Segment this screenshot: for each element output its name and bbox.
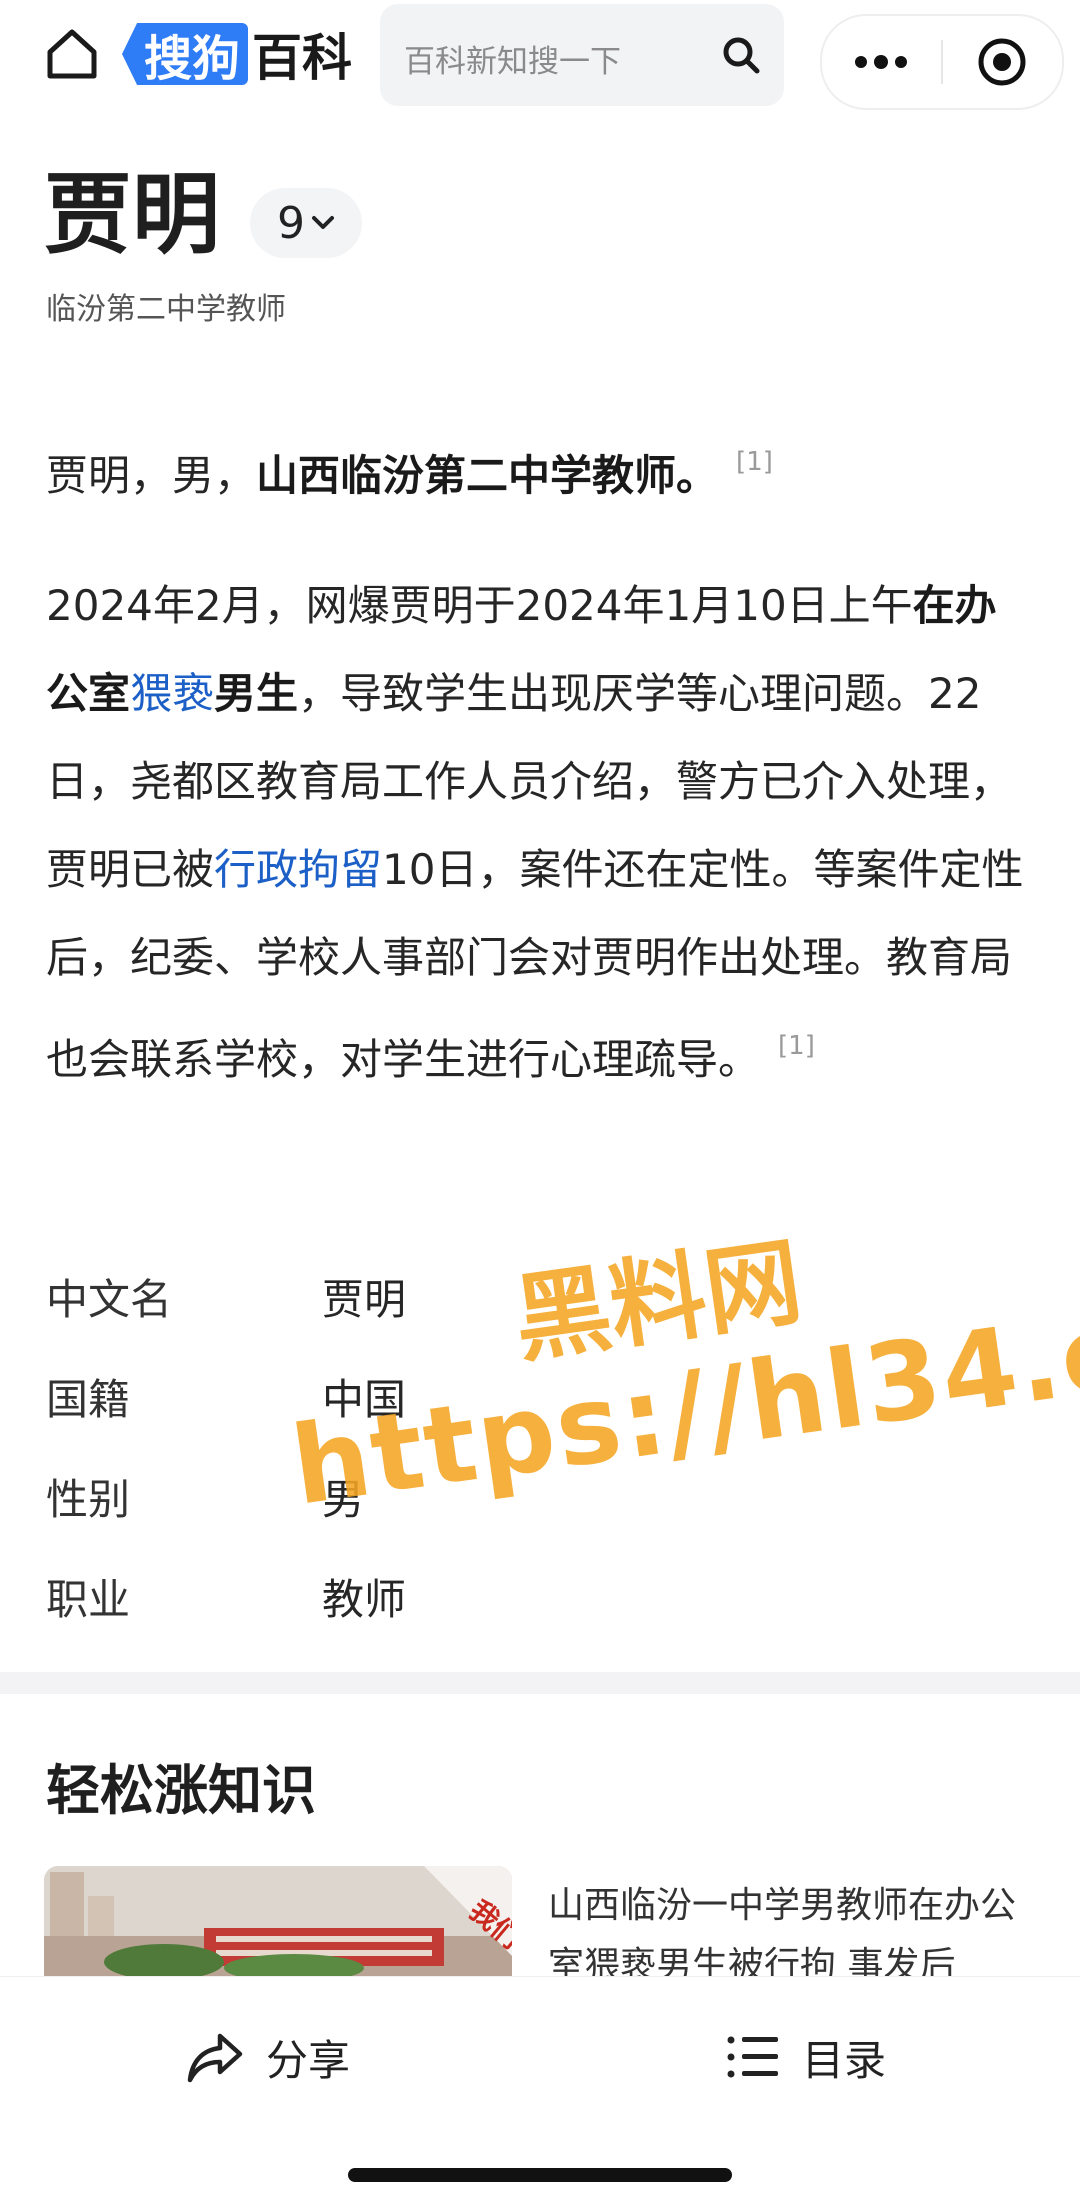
link-china[interactable]: 中国 bbox=[322, 1366, 406, 1427]
more-button[interactable] bbox=[822, 16, 940, 108]
toc-label: 目录 bbox=[802, 2035, 887, 2085]
infobox-row: 性别 男 bbox=[46, 1466, 946, 1526]
infobox-key: 职业 bbox=[46, 1575, 131, 1624]
infobox-key: 国籍 bbox=[46, 1375, 131, 1424]
search-input[interactable]: 百科新知搜一下 bbox=[380, 4, 784, 106]
target-icon bbox=[978, 38, 1026, 86]
close-miniapp-button[interactable] bbox=[943, 16, 1061, 108]
link-weixie[interactable]: 猥亵 bbox=[130, 669, 214, 718]
knowledge-card[interactable]: 我们 山西临汾一中学男教师在办公室猥亵男生被行拘 事发后 bbox=[44, 1866, 1044, 1976]
search-icon[interactable] bbox=[720, 34, 762, 76]
infobox-value: 教师 bbox=[322, 1575, 407, 1624]
sogou-baike-logo[interactable]: 搜狗 百科 bbox=[122, 22, 352, 87]
section-divider bbox=[0, 1672, 1080, 1694]
page-title: 贾明 bbox=[44, 163, 221, 266]
logo-text: 百科 bbox=[252, 29, 353, 87]
text-segment: 贾明，男， bbox=[46, 451, 257, 500]
logo-badge: 搜狗 bbox=[122, 23, 249, 85]
event-paragraph: 2024年2月，网爆贾明于2024年1月10日上午在办公室猥亵男生，导致学生出现… bbox=[46, 562, 1036, 1104]
home-indicator[interactable] bbox=[348, 2168, 732, 2182]
chevron-down-icon bbox=[312, 216, 334, 229]
entry-subtitle: 临汾第二中学教师 bbox=[46, 292, 286, 327]
miniapp-capsule bbox=[820, 14, 1064, 110]
summary-paragraph: 贾明，男，山西临汾第二中学教师。 [1] bbox=[46, 430, 1036, 508]
infobox-row: 职业 教师 bbox=[46, 1566, 946, 1626]
version-selector[interactable]: 9 bbox=[250, 188, 362, 258]
card-thumbnail: 我们 bbox=[44, 1866, 512, 1976]
infobox-value: 男 bbox=[322, 1475, 365, 1524]
home-icon bbox=[47, 29, 97, 79]
home-button[interactable] bbox=[40, 22, 104, 86]
share-icon bbox=[187, 2033, 243, 2083]
more-icon bbox=[855, 55, 907, 69]
list-icon bbox=[727, 2036, 778, 2078]
infobox-row: 中文名 贾明 bbox=[46, 1266, 946, 1326]
link-administrative-detention[interactable]: 行政拘留 bbox=[214, 845, 382, 894]
search-placeholder: 百科新知搜一下 bbox=[404, 44, 621, 80]
version-count: 9 bbox=[277, 197, 305, 249]
infobox-key: 中文名 bbox=[46, 1275, 173, 1324]
card-title: 山西临汾一中学男教师在办公室猥亵男生被行拘 事发后 bbox=[548, 1885, 1017, 1976]
text-segment: 第二中学教师。 bbox=[424, 451, 719, 500]
toc-button[interactable]: 目录 bbox=[726, 2017, 886, 2097]
reference-marker[interactable]: [1] bbox=[736, 447, 773, 477]
link-shanxi-linfen[interactable]: 山西临汾 bbox=[256, 451, 424, 500]
bold-segment: 男生 bbox=[214, 669, 299, 718]
infobox-value: 贾明 bbox=[322, 1275, 407, 1324]
school-building-image: 我们 bbox=[44, 1866, 512, 1976]
top-bar: 搜狗 百科 百科新知搜一下 bbox=[0, 0, 1080, 125]
infobox-row: 国籍 中国 bbox=[46, 1366, 946, 1426]
text-segment: 2024年2月，网爆贾明于2024年1月10日上午 bbox=[46, 581, 913, 630]
reference-marker[interactable]: [1] bbox=[778, 1031, 815, 1061]
share-label: 分享 bbox=[266, 2035, 351, 2085]
infobox-key: 性别 bbox=[46, 1475, 131, 1524]
knowledge-section-title: 轻松涨知识 bbox=[46, 1759, 316, 1822]
share-button[interactable]: 分享 bbox=[186, 2017, 350, 2097]
